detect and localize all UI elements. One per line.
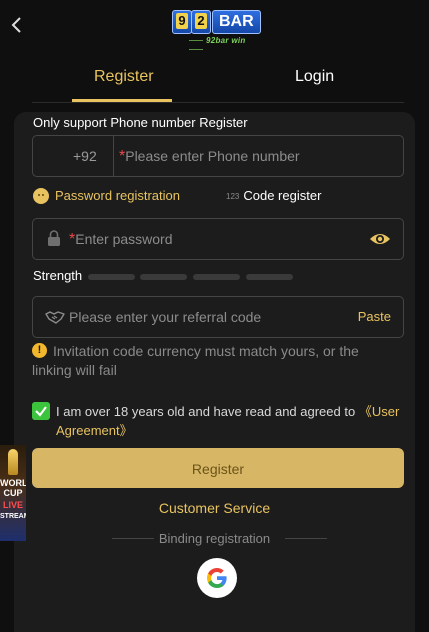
eye-icon[interactable] (369, 231, 391, 247)
face-icon (33, 187, 49, 204)
brand-logo: 9 2 BAR 92bar win (170, 6, 261, 51)
password-registration-option[interactable]: Password registration (33, 187, 180, 205)
password-field[interactable]: *Enter password (32, 218, 404, 260)
trophy-icon (8, 449, 18, 475)
strength-bar (193, 274, 240, 280)
strength-bar (246, 274, 293, 280)
invitation-note-text: Invitation code currency must match your… (32, 343, 359, 378)
logo-sub-text-2: win (231, 36, 246, 45)
tab-register[interactable]: Register (94, 68, 154, 86)
google-login-button[interactable] (197, 558, 237, 598)
code-register-label: Code register (243, 188, 322, 203)
banner-text: STREAM (0, 513, 26, 520)
divider (285, 538, 327, 539)
strength-bar (140, 274, 187, 280)
phone-field[interactable]: +92 *Please enter Phone number (32, 135, 404, 177)
agreement-row: I am over 18 years old and have read and… (32, 402, 404, 440)
active-tab-indicator (72, 99, 172, 102)
banner-text: CUP (3, 488, 23, 498)
tab-login[interactable]: Login (295, 68, 334, 86)
code-register-option[interactable]: 123 Code register (226, 188, 321, 203)
password-placeholder: Enter password (75, 231, 173, 247)
google-icon (207, 568, 227, 588)
paste-button[interactable]: Paste (358, 309, 391, 324)
customer-service-link: Customer Service (0, 500, 429, 516)
agreement-text: I am over 18 years old and have read and… (56, 404, 356, 419)
phone-input[interactable]: *Please enter Phone number (119, 148, 300, 166)
invitation-note: ! Invitation code currency must match you… (32, 342, 402, 380)
password-input[interactable]: *Enter password (69, 231, 173, 249)
world-cup-banner[interactable]: WORLD CUP LIVE STREAM (0, 445, 26, 541)
strength-label: Strength (33, 268, 83, 283)
divider (113, 136, 114, 176)
referral-input[interactable]: Please enter your referral code (69, 309, 261, 325)
warning-icon: ! (32, 342, 47, 358)
banner-text: WORLD (0, 478, 26, 488)
handshake-icon (45, 311, 65, 324)
logo-digit: 9 (176, 13, 188, 29)
banner-text: LIVE (2, 500, 23, 510)
phone-section-label: Only support Phone number Register (33, 115, 248, 130)
auth-tabs: Register Login (32, 62, 404, 103)
password-registration-label: Password registration (55, 188, 180, 203)
country-code-selector[interactable]: +92 (73, 148, 97, 164)
logo-word: BAR (212, 10, 261, 34)
logo-subtitle: 92bar win (186, 36, 260, 54)
strength-bar (88, 274, 135, 280)
logo-sub-text: 92bar (206, 36, 229, 45)
register-button[interactable]: Register (32, 448, 404, 488)
logo-digit: 2 (195, 13, 207, 29)
lock-icon (48, 230, 60, 246)
numbers-icon: 123 (226, 192, 240, 202)
referral-field[interactable]: Please enter your referral code Paste (32, 296, 404, 338)
agreement-checkbox[interactable] (32, 402, 50, 420)
customer-service-label[interactable]: Customer Service (159, 500, 270, 516)
phone-placeholder: Please enter Phone number (125, 148, 300, 164)
chevron-left-icon[interactable] (8, 12, 26, 38)
binding-registration-label: Binding registration (158, 531, 271, 546)
